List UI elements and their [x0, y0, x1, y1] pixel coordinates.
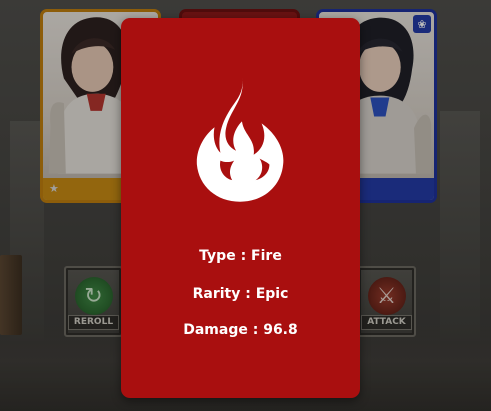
card-type-text: Type : Fire	[199, 248, 282, 264]
card-rarity-text: Rarity : Epic	[192, 286, 289, 302]
card-detail-popup[interactable]: Type : Fire Rarity : Epic Damage : 96.8	[121, 18, 360, 398]
card-damage-text: Damage : 96.8	[183, 322, 298, 338]
fire-icon	[196, 78, 284, 202]
